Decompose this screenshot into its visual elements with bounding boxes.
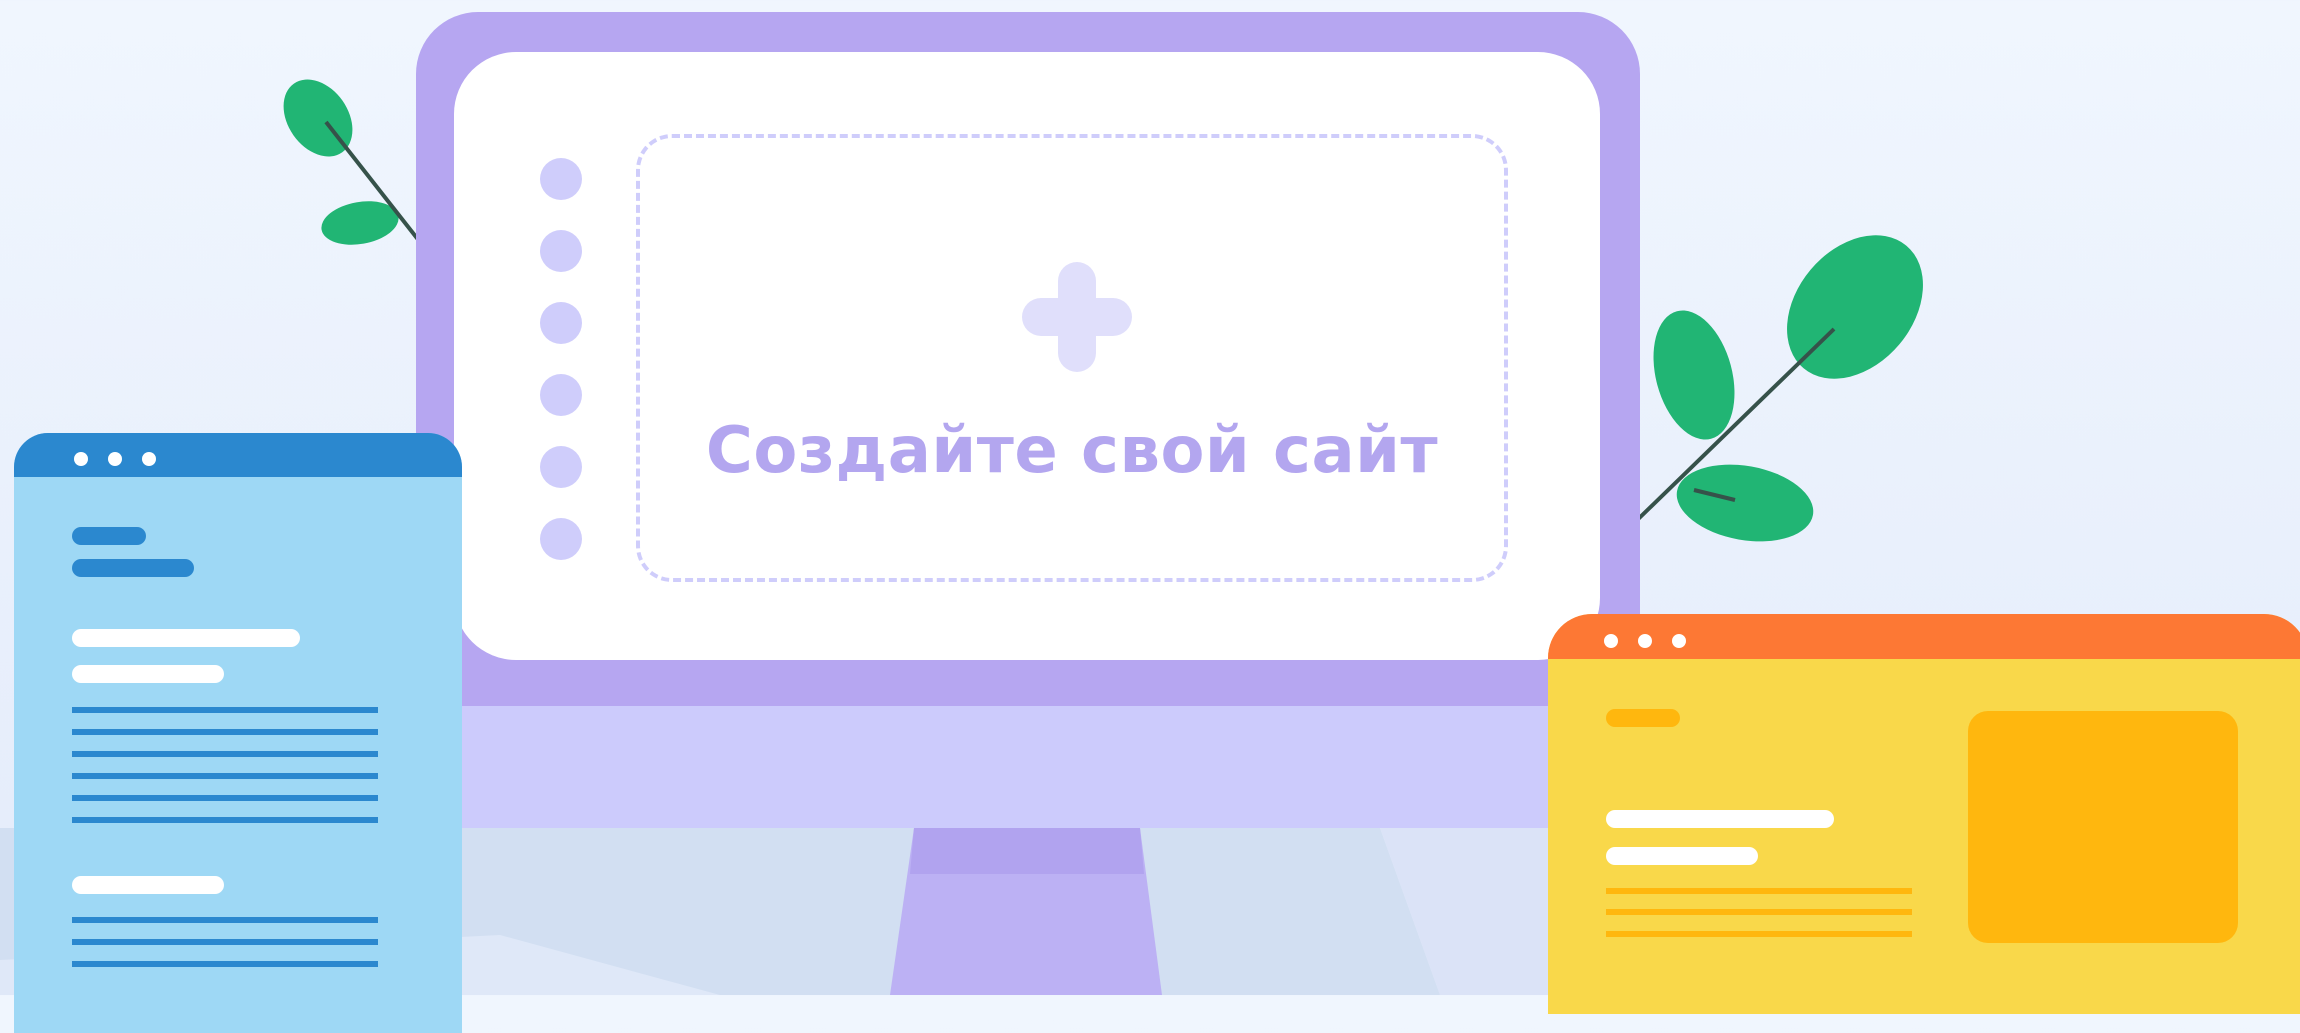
window-titlebar — [14, 433, 462, 477]
window-dot — [74, 452, 88, 466]
text-line — [72, 751, 378, 757]
text-line — [72, 961, 378, 967]
content-bar — [1606, 810, 1834, 828]
window-dot — [1604, 634, 1618, 648]
create-site-dropzone[interactable]: Создайте свой сайт — [636, 134, 1508, 582]
screen-dot — [540, 446, 582, 488]
screen-dot — [540, 302, 582, 344]
illustration-scene: Создайте свой сайт — [0, 0, 2300, 1033]
content-bar — [72, 629, 300, 647]
browser-window-yellow — [1548, 614, 2300, 1014]
content-bar — [1606, 847, 1758, 865]
content-bar — [72, 876, 224, 894]
content-bar — [72, 527, 146, 545]
monitor-chin — [416, 706, 1640, 828]
text-line — [72, 707, 378, 713]
screen-dot — [540, 518, 582, 560]
screen-dot — [540, 158, 582, 200]
text-line — [72, 729, 378, 735]
text-line — [72, 795, 378, 801]
text-line — [1606, 888, 1912, 894]
content-bar — [72, 665, 224, 683]
window-dots — [1604, 634, 1686, 648]
screen-dots-column — [540, 158, 582, 590]
screen-dot — [540, 230, 582, 272]
image-placeholder — [1968, 711, 2238, 943]
window-dot — [142, 452, 156, 466]
text-line — [1606, 909, 1912, 915]
text-line — [1606, 931, 1912, 937]
window-dot — [1638, 634, 1652, 648]
content-bar — [1606, 709, 1680, 727]
window-dots — [74, 452, 156, 466]
window-dot — [108, 452, 122, 466]
text-line — [72, 939, 378, 945]
text-line — [72, 917, 378, 923]
browser-window-blue — [14, 433, 462, 1033]
window-titlebar — [1548, 614, 2300, 659]
text-line — [72, 817, 378, 823]
create-site-label: Создайте свой сайт — [705, 414, 1439, 488]
content-bar — [72, 559, 194, 577]
window-dot — [1672, 634, 1686, 648]
screen-dot — [540, 374, 582, 416]
text-line — [72, 773, 378, 779]
plus-icon[interactable] — [1022, 262, 1132, 372]
